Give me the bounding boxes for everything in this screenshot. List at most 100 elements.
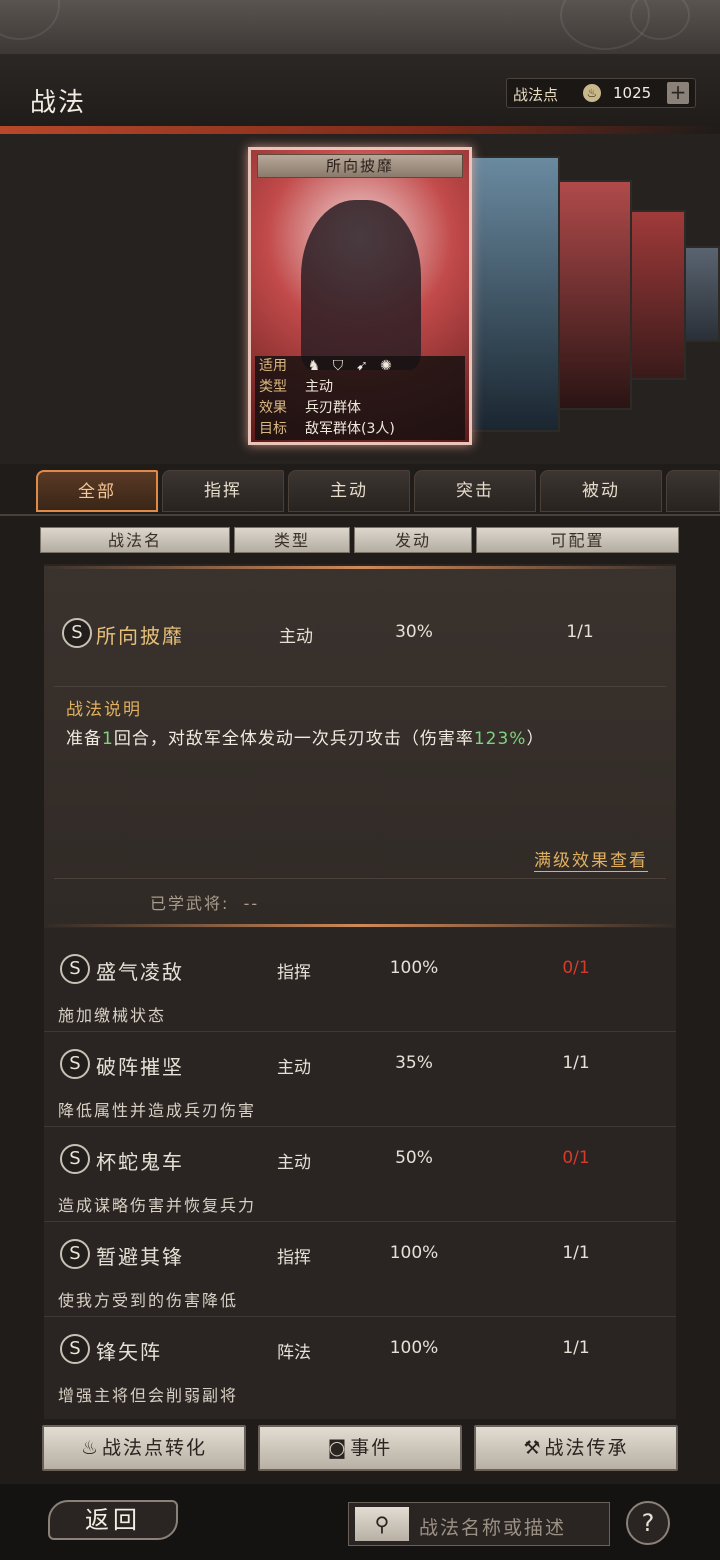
tab-command[interactable]: 指挥 xyxy=(162,470,284,512)
divider xyxy=(44,924,676,927)
tactic-rate: 35% xyxy=(395,1053,433,1073)
tactic-points-panel: 战法点 ♨ 1025 + xyxy=(506,78,696,108)
card-row-value: 敌军群体(3人) xyxy=(305,421,395,437)
list-item[interactable]: S 暂避其锋 指挥 100% 1/1 使我方受到的伤害降低 xyxy=(44,1225,676,1317)
full-level-effect-link[interactable]: 满级效果查看 xyxy=(534,846,648,872)
tactic-name: 盛气凌敌 xyxy=(96,960,184,984)
tactic-points-label: 战法点 xyxy=(513,86,559,104)
flame-icon: ♨ xyxy=(583,84,601,102)
card-row-key: 效果 xyxy=(259,400,287,416)
tactic-name: 破阵摧坚 xyxy=(96,1055,184,1079)
search-icon[interactable]: ⚲ xyxy=(355,1507,409,1541)
tactic-config: 1/1 xyxy=(566,622,594,642)
top-decoration xyxy=(0,0,720,54)
tactic-config: 0/1 xyxy=(562,1148,590,1168)
card-row-target: 目标 敌军群体(3人) xyxy=(255,419,465,440)
column-header-config[interactable]: 可配置 xyxy=(476,527,679,553)
page-title: 战法 xyxy=(30,88,87,118)
tactic-summary: 造成谋略伤害并恢复兵力 xyxy=(58,1196,257,1215)
add-points-button[interactable]: + xyxy=(667,82,689,104)
tactic-summary: 施加缴械状态 xyxy=(58,1006,167,1025)
card-thumbnail[interactable] xyxy=(470,156,560,432)
tactic-name: 锋矢阵 xyxy=(96,1340,162,1364)
tactic-name: 杯蛇鬼车 xyxy=(96,1150,184,1174)
tab-divider xyxy=(0,514,720,516)
tactic-summary: 使我方受到的伤害降低 xyxy=(58,1291,239,1310)
card-row-key: 类型 xyxy=(259,379,287,395)
help-button[interactable]: ? xyxy=(626,1501,670,1545)
bow-icon: ➹ xyxy=(356,358,368,374)
search-placeholder: 战法名称或描述 xyxy=(419,1517,567,1539)
list-item[interactable]: S 锋矢阵 阵法 100% 1/1 增强主将但会削弱副将 xyxy=(44,1320,676,1412)
column-header-rate[interactable]: 发动 xyxy=(354,527,472,553)
description-title: 战法说明 xyxy=(66,700,142,720)
grade-s-icon: S xyxy=(60,954,90,984)
troop-icons: ♞ ⛉ ➹ ✺ xyxy=(305,356,401,377)
column-header-name[interactable]: 战法名 xyxy=(40,527,230,553)
search-box[interactable]: ⚲ 战法名称或描述 xyxy=(348,1502,610,1546)
tactic-points-value: 1025 xyxy=(613,84,652,102)
description-text: 准备1回合，对敌军全体发动一次兵刃攻击（伤害率123%） xyxy=(66,729,545,749)
convert-points-button[interactable]: ♨ 战法点转化 xyxy=(42,1425,246,1471)
card-row-applicable: 适用 ♞ ⛉ ➹ ✺ xyxy=(255,356,465,377)
selected-tactic-card[interactable]: 所向披靡 适用 ♞ ⛉ ➹ ✺ 类型 主动 效果 兵刃群体 目标 敌军群体(3人) xyxy=(248,147,472,445)
tactic-rate: 50% xyxy=(395,1148,433,1168)
tactic-summary: 增强主将但会削弱副将 xyxy=(58,1386,239,1405)
tactic-type: 指挥 xyxy=(277,963,311,983)
tactic-name: 所向披靡 xyxy=(96,624,184,648)
list-item[interactable]: S 盛气凌敌 指挥 100% 0/1 施加缴械状态 xyxy=(44,940,676,1032)
tactic-rate: 30% xyxy=(395,622,433,642)
tactic-type: 主动 xyxy=(277,1058,311,1078)
grade-s-icon: S xyxy=(60,1239,90,1269)
tab-assault[interactable]: 突击 xyxy=(414,470,536,512)
tactic-summary: 降低属性并造成兵刃伤害 xyxy=(58,1101,257,1120)
tactic-config: 1/1 xyxy=(562,1243,590,1263)
card-thumbnail[interactable] xyxy=(556,180,632,410)
hammer-icon: ⚒ xyxy=(523,1437,543,1459)
tactic-config: 1/1 xyxy=(562,1338,590,1358)
event-icon: ◙ xyxy=(327,1437,349,1459)
warrior-silhouette xyxy=(301,200,421,370)
column-header-type[interactable]: 类型 xyxy=(234,527,350,553)
divider xyxy=(54,878,666,879)
grade-s-icon: S xyxy=(60,1334,90,1364)
card-row-value: 主动 xyxy=(305,379,333,395)
card-thumbnail[interactable] xyxy=(684,246,720,342)
tactic-type: 阵法 xyxy=(277,1343,311,1363)
inherit-button[interactable]: ⚒ 战法传承 xyxy=(474,1425,678,1471)
tactic-type: 主动 xyxy=(277,1153,311,1173)
wheel-icon: ✺ xyxy=(380,358,392,374)
tab-all[interactable]: 全部 xyxy=(36,470,158,512)
card-thumbnail[interactable] xyxy=(628,210,686,380)
tab-active[interactable]: 主动 xyxy=(288,470,410,512)
tactic-config: 1/1 xyxy=(562,1053,590,1073)
tactic-config: 0/1 xyxy=(562,958,590,978)
event-button[interactable]: ◙ 事件 xyxy=(258,1425,462,1471)
divider xyxy=(44,566,676,569)
tactic-type: 指挥 xyxy=(277,1248,311,1268)
back-button[interactable]: 返回 xyxy=(48,1500,178,1540)
tactic-name: 暂避其锋 xyxy=(96,1245,184,1269)
tactic-rate: 100% xyxy=(389,958,439,978)
tab-more[interactable] xyxy=(666,470,720,512)
tactic-rate: 100% xyxy=(389,1338,439,1358)
card-row-key: 目标 xyxy=(259,421,287,437)
flame-icon: ♨ xyxy=(80,1437,101,1459)
card-row-effect: 效果 兵刃群体 xyxy=(255,398,465,419)
shield-icon: ⛉ xyxy=(332,358,344,374)
divider xyxy=(54,686,666,687)
header-accent-line xyxy=(0,126,720,134)
card-row-value: 兵刃群体 xyxy=(305,400,361,416)
card-info: 适用 ♞ ⛉ ➹ ✺ 类型 主动 效果 兵刃群体 目标 敌军群体(3人) xyxy=(255,356,465,440)
learned-generals: 已学武将: -- xyxy=(150,894,260,913)
tab-passive[interactable]: 被动 xyxy=(540,470,662,512)
card-title: 所向披靡 xyxy=(257,154,463,178)
card-row-key: 适用 xyxy=(259,358,287,374)
list-item[interactable]: S 杯蛇鬼车 主动 50% 0/1 造成谋略伤害并恢复兵力 xyxy=(44,1130,676,1222)
filter-tabs: 全部 指挥 主动 突击 被动 xyxy=(0,468,720,516)
grade-s-icon: S xyxy=(60,1049,90,1079)
grade-s-icon: S xyxy=(60,1144,90,1174)
cavalry-icon: ♞ xyxy=(307,358,321,374)
list-item[interactable]: S 破阵摧坚 主动 35% 1/1 降低属性并造成兵刃伤害 xyxy=(44,1035,676,1127)
card-row-type: 类型 主动 xyxy=(255,377,465,398)
